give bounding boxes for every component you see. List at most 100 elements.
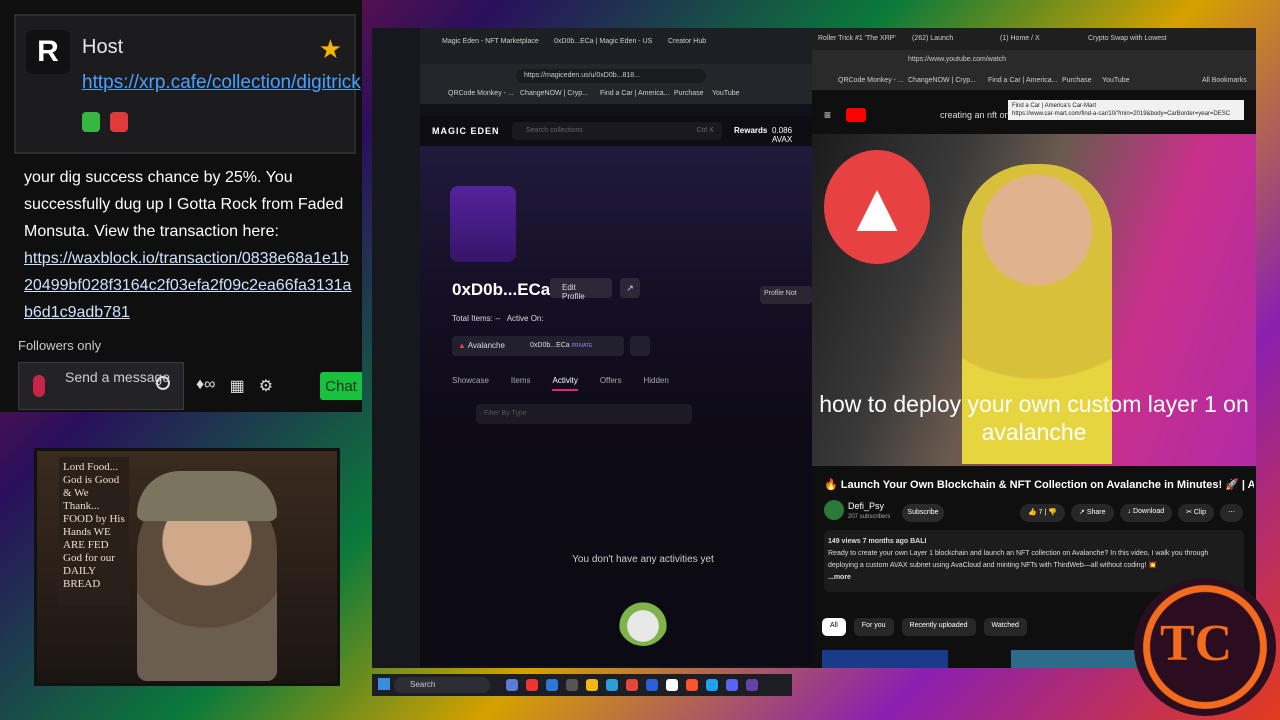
bookmark-changenow[interactable]: ChangeNOW | Cryp... [908, 77, 976, 84]
tab-showcase[interactable]: Showcase [452, 376, 489, 391]
wallet-label: 0xD0b...ECa [530, 342, 570, 349]
copy-icon[interactable] [630, 336, 650, 356]
chat-message: your dig success chance by 25%. You succ… [24, 164, 356, 326]
wallet-selector[interactable]: 0xD0b...ECa PRIVATE [524, 336, 624, 356]
bookmark-find-a-car[interactable]: Find a Car | America... [600, 90, 670, 97]
tab-x-home[interactable]: (1) Home / X [1000, 35, 1040, 42]
bookmark-youtube[interactable]: YouTube [712, 90, 740, 97]
address-bar: https://magiceden.us/u/0xD0b...818... [420, 64, 812, 86]
chat-message-link[interactable]: https://waxblock.io/transaction/0838e68a… [24, 250, 351, 321]
bookmark-qrcode[interactable]: QRCode Monkey - ... [448, 90, 514, 97]
description-text: Ready to create your own Layer 1 blockch… [828, 550, 1209, 569]
share-button[interactable]: ↗ Share [1071, 504, 1114, 522]
app-icon[interactable] [546, 679, 558, 691]
windows-taskbar: Search [372, 674, 792, 696]
chip-watched[interactable]: Watched [983, 618, 1027, 636]
active-on-label: Active On: [506, 314, 544, 323]
play-icon [82, 112, 100, 132]
tab-magic-eden[interactable]: Magic Eden - NFT Marketplace [442, 38, 539, 45]
tab-roller-trick[interactable]: Roller Trick #1 'The XRP' [818, 35, 896, 42]
subscribe-button[interactable]: Subscribe [902, 504, 944, 522]
channel-subscribers: 207 subscribers [848, 514, 891, 520]
app-icon[interactable] [746, 679, 758, 691]
mod-icons [82, 112, 128, 132]
app-icon[interactable] [526, 679, 538, 691]
discord-icon[interactable] [726, 679, 738, 691]
chip-for-you[interactable]: For you [853, 618, 894, 636]
channel-avatar[interactable] [824, 500, 844, 520]
channel-name[interactable]: Defi_Psy [848, 501, 884, 511]
creator-logo-text: TC [1160, 615, 1233, 672]
browser-tabs: Magic Eden - NFT Marketplace 0xD0b...ECa… [420, 28, 812, 64]
bookmarks-bar: QRCode Monkey - ... ChangeNOW | Cryp... … [420, 86, 812, 104]
tab-profile[interactable]: 0xD0b...ECa | Magic Eden - US [554, 38, 652, 45]
url-field[interactable]: https://www.youtube.com/watch [908, 56, 1048, 70]
record-icon [110, 112, 128, 132]
more-actions-icon[interactable]: ⋯ [1219, 504, 1243, 522]
bookmark-find-a-car[interactable]: Find a Car | America... [988, 77, 1058, 84]
tab-creator-hub[interactable]: Creator Hub [668, 38, 706, 45]
total-items-value: -- [495, 314, 501, 323]
bookmark-all[interactable]: All Bookmarks [1202, 77, 1247, 84]
youtube-logo-icon[interactable] [846, 108, 866, 122]
url-field[interactable]: https://magiceden.us/u/0xD0b...818... [516, 69, 706, 83]
bookmark-qrcode[interactable]: QRCode Monkey - ... [838, 77, 904, 84]
clip-button[interactable]: ✂ Clip [1178, 504, 1214, 522]
filter-by-type[interactable]: Filter By Type [476, 404, 692, 424]
chat-button[interactable]: Chat [320, 372, 362, 400]
like-button[interactable]: 👍 7 | 👎 [1020, 504, 1066, 522]
tab-youtube-launch[interactable]: (262) Launch [912, 35, 953, 42]
magic-eden-logo[interactable]: MAGIC EDEN [432, 126, 500, 136]
menu-icon[interactable]: ≡ [824, 108, 831, 122]
bookmark-tooltip: Find a Car | America's Car-Mart https://… [1008, 100, 1244, 120]
tab-crypto-swap[interactable]: Crypto Swap with Lowest [1088, 35, 1167, 42]
folder-icon[interactable] [586, 679, 598, 691]
taskbar-search[interactable]: Search [394, 677, 490, 693]
app-icon[interactable] [646, 679, 658, 691]
gear-icon[interactable]: ⚙ [259, 376, 273, 396]
video-actions: 👍 7 | 👎 ↗ Share ↓ Download ✂ Clip ⋯ [1020, 504, 1243, 522]
app-icon[interactable] [606, 679, 618, 691]
star-icon: ★ [318, 34, 342, 64]
edit-profile-button[interactable]: Edit Profile [550, 278, 612, 301]
share-icon[interactable]: ↗ [620, 278, 640, 298]
collection-search[interactable]: Search collections Ctrl K [512, 122, 722, 140]
tab-activity[interactable]: Activity [552, 376, 578, 391]
profile-notice[interactable]: Profile Not [760, 286, 812, 304]
wallet-balance[interactable]: 0.086 AVAX [772, 126, 812, 144]
profile-stats: Total Items: -- Active On: [452, 314, 544, 323]
chip-recently-uploaded[interactable]: Recently uploaded [901, 618, 976, 636]
tab-items[interactable]: Items [511, 376, 531, 391]
host-link[interactable]: https://xrp.cafe/collection/digitrick [82, 72, 361, 94]
rewards-link[interactable]: Rewards [734, 126, 767, 135]
bits-icon[interactable]: ♦∞ [196, 376, 216, 396]
start-icon[interactable] [378, 678, 390, 690]
app-icon[interactable] [706, 679, 718, 691]
host-avatar: R [26, 30, 70, 74]
bookmark-changenow[interactable]: ChangeNOW | Cryp... [520, 90, 588, 97]
bookmark-youtube[interactable]: YouTube [1102, 77, 1130, 84]
brave-icon[interactable] [686, 679, 698, 691]
tab-offers[interactable]: Offers [600, 376, 622, 391]
recommendation-chips: All For you Recently uploaded Watched [822, 618, 1027, 636]
profile-page: Profile Not 0xD0b...ECa Edit Profile ↗ T… [420, 146, 812, 666]
taskview-icon[interactable] [506, 679, 518, 691]
tooltip-title: Find a Car | America's Car-Mart [1012, 103, 1097, 109]
streamlabs-sidebar [372, 28, 420, 668]
video-player[interactable]: ▲ how to deploy your own custom layer 1 … [812, 134, 1256, 466]
magic-eden-browser: Magic Eden - NFT Marketplace 0xD0b...ECa… [420, 28, 812, 668]
app-icon[interactable] [666, 679, 678, 691]
chain-selector[interactable]: ▲ Avalanche [452, 336, 528, 356]
views-line: 149 views 7 months ago BALI [828, 538, 927, 545]
download-button[interactable]: ↓ Download [1119, 504, 1173, 522]
chrome-icon[interactable] [626, 679, 638, 691]
app-icon[interactable] [566, 679, 578, 691]
bookmark-purchase[interactable]: Purchase [674, 90, 704, 97]
bookmark-purchase[interactable]: Purchase [1062, 77, 1092, 84]
chip-all[interactable]: All [822, 618, 846, 636]
search-shortcut: Ctrl K [696, 127, 715, 134]
emoji-icon[interactable] [156, 376, 170, 390]
video-title: 🔥 Launch Your Own Blockchain & NFT Colle… [824, 479, 1254, 491]
store-icon[interactable]: ▦ [230, 376, 245, 396]
tab-hidden[interactable]: Hidden [643, 376, 668, 391]
